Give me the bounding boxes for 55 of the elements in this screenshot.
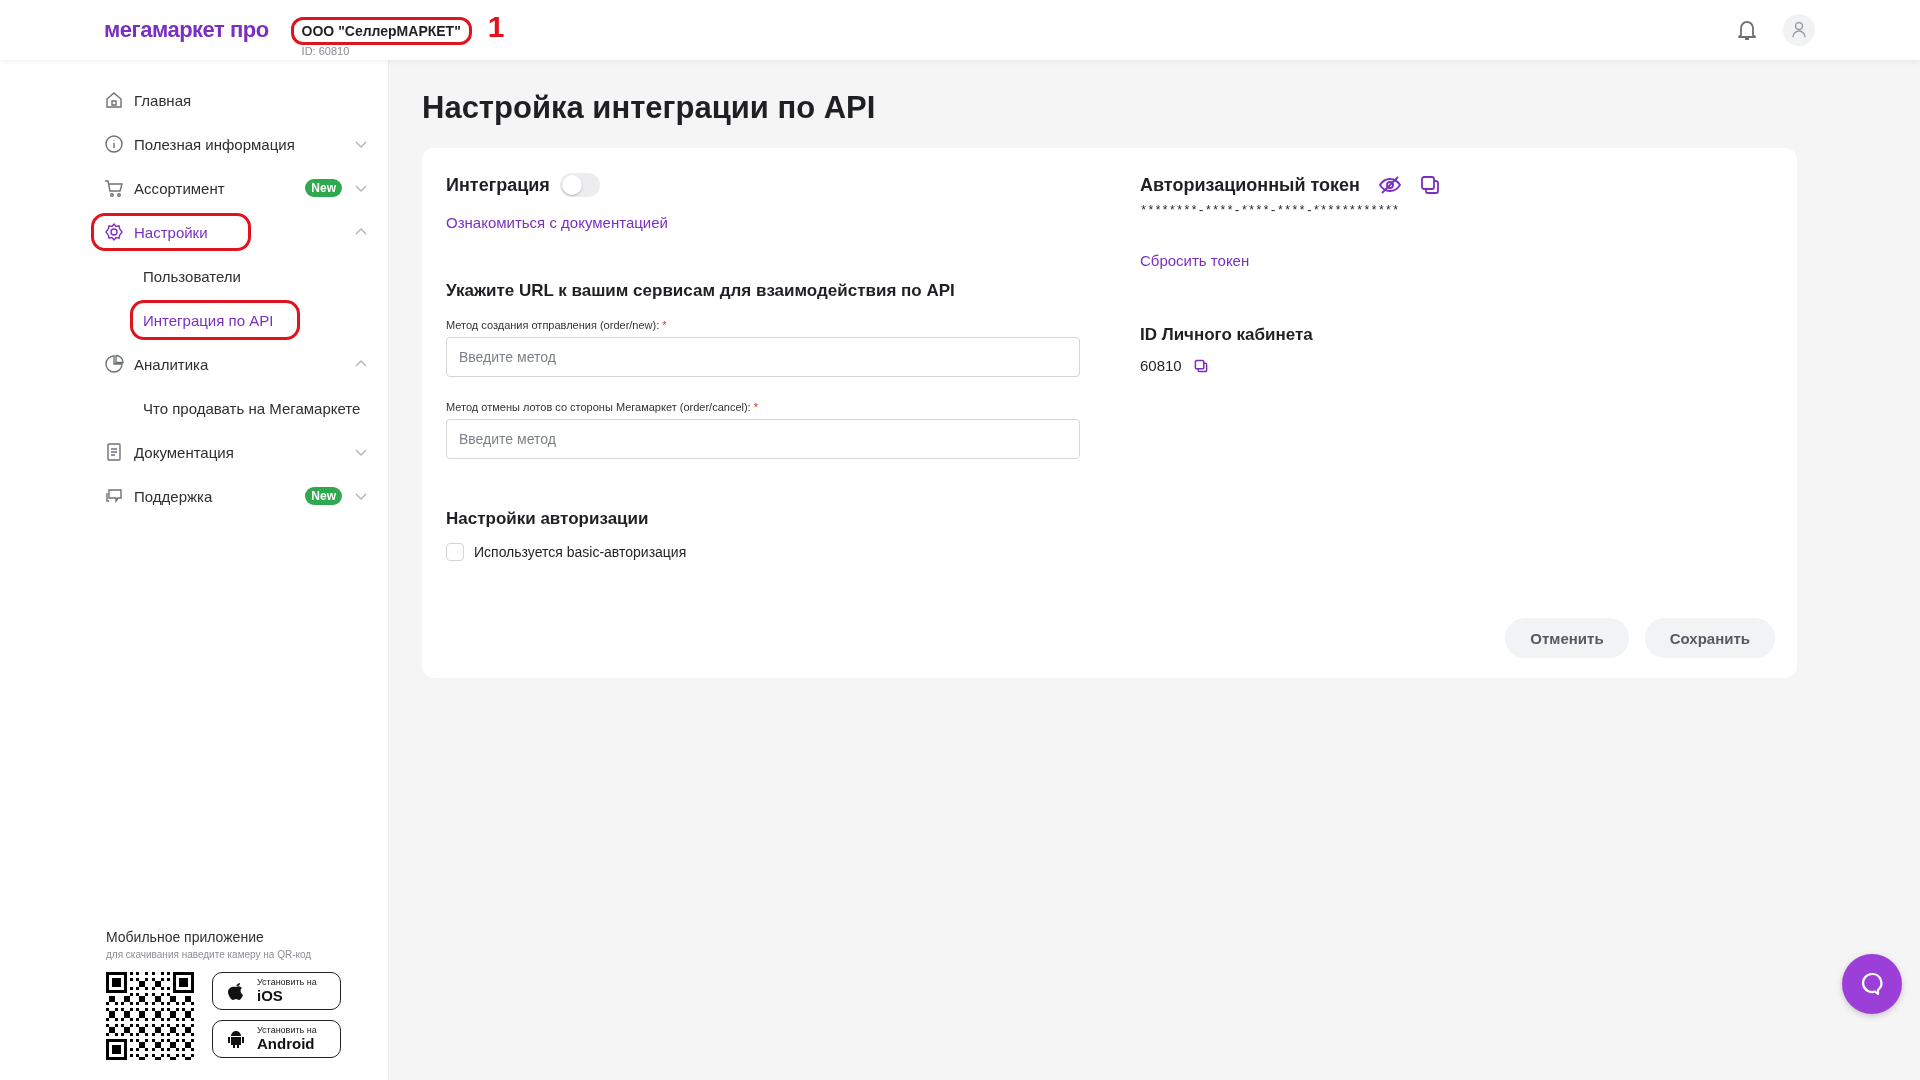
account-id-value: 60810 <box>1140 357 1182 374</box>
annotation-number: 1 <box>487 10 505 44</box>
app-store-button[interactable]: Установить на iOS <box>212 972 341 1010</box>
document-icon <box>104 442 124 462</box>
new-badge: New <box>305 179 342 197</box>
reset-token-link[interactable]: Сбросить токен <box>1140 252 1250 269</box>
copy-icon[interactable] <box>1419 175 1440 195</box>
home-icon <box>104 90 124 110</box>
logo[interactable]: мегамаркет про <box>104 17 269 43</box>
chat-button[interactable] <box>1842 954 1902 1014</box>
url-section-heading: Укажите URL к вашим сервисам для взаимодействия по API <box>446 281 956 301</box>
gear-icon <box>104 222 124 242</box>
sidebar-item[interactable]: Настройки <box>91 210 388 254</box>
company-name[interactable]: ООО "СеллерМАРКЕТ" <box>290 17 472 45</box>
mobile-app-heading: Мобильное приложение <box>106 929 265 945</box>
input-field[interactable]: Введите метод <box>446 337 1080 377</box>
android-icon <box>227 1029 245 1049</box>
sidebar-item[interactable]: Аналитика <box>91 342 388 386</box>
sidebar-item[interactable]: Полезная информация <box>91 122 388 166</box>
copy-icon[interactable] <box>1193 358 1208 373</box>
account-id-heading: ID Личного кабинета <box>1140 325 1314 345</box>
integration-label: Интеграция <box>446 174 550 196</box>
sidebar-item[interactable]: Ассортимент New <box>91 166 388 210</box>
sidebar-subitem[interactable]: Интеграция по API <box>130 300 301 340</box>
qr-hint: для скачивания наведите камеру на QR-код <box>106 949 313 960</box>
sidebar-item[interactable]: Главная <box>91 78 388 122</box>
checkbox-label: Используется basic-авторизация <box>474 544 687 560</box>
chat-bubble-icon <box>1859 971 1885 997</box>
form-button[interactable]: Сохранить <box>1644 618 1775 658</box>
info-icon <box>104 134 124 154</box>
company-id: ID: 60810 <box>301 45 351 57</box>
sidebar-item[interactable]: Поддержка New <box>91 474 388 518</box>
pie-chart-icon <box>104 354 124 374</box>
sidebar-subitem[interactable]: Пользователи <box>130 256 268 296</box>
cart-icon <box>104 178 124 198</box>
sidebar-subitem[interactable]: Что продавать на Мегамаркете <box>130 388 388 428</box>
integration-toggle[interactable] <box>559 173 600 197</box>
auth-settings-heading: Настройки авторизации <box>446 509 650 529</box>
user-avatar-icon[interactable] <box>1783 14 1815 46</box>
input-field[interactable]: Введите метод <box>446 419 1080 459</box>
app-store-button[interactable]: Установить на Android <box>212 1020 341 1058</box>
form-button[interactable]: Отменить <box>1505 618 1629 658</box>
checkbox[interactable] <box>446 543 464 561</box>
hidden-eye-icon[interactable] <box>1377 175 1402 195</box>
apple-icon <box>227 981 245 1001</box>
token-heading: Авторизационный токен <box>1140 174 1360 196</box>
chat-icon <box>104 486 124 506</box>
token-value: ********-****-****-****-************ <box>1140 204 1401 218</box>
field-label: Метод отмены лотов со стороны Мегамаркет (order/cancel): * <box>446 401 759 413</box>
notification-bell-icon[interactable] <box>1737 19 1757 41</box>
page-title: Настройка интеграции по API <box>422 90 877 126</box>
field-label: Метод создания отправления (order/new): * <box>446 319 668 331</box>
new-badge: New <box>305 487 342 505</box>
documentation-link[interactable]: Ознакомиться с документацией <box>446 214 668 231</box>
sidebar-item[interactable]: Документация <box>91 430 388 474</box>
